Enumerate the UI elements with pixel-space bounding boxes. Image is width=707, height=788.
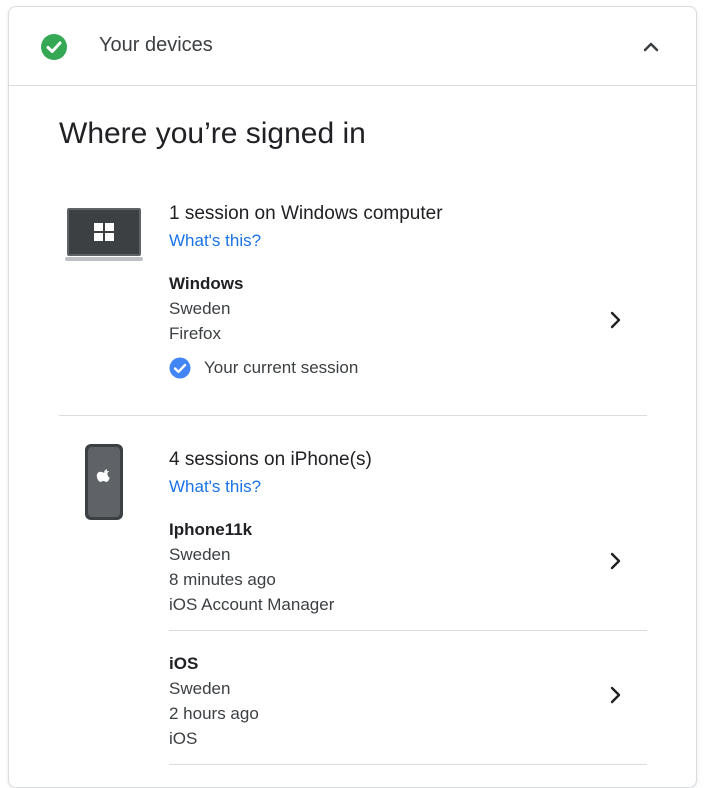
- chevron-up-icon[interactable]: [639, 35, 663, 59]
- session-item[interactable]: iOS Sweden 2 hours ago iOS: [169, 651, 649, 751]
- current-session-label: Your current session: [204, 358, 359, 377]
- whats-this-link[interactable]: What's this?: [169, 477, 261, 497]
- session-time: 2 hours ago: [169, 704, 259, 723]
- header-title: Your devices: [99, 34, 213, 56]
- chevron-right-icon: [610, 552, 621, 570]
- session-app: iOS Account Manager: [169, 595, 335, 614]
- divider: [169, 764, 647, 765]
- check-circle-icon: [41, 34, 67, 60]
- session-location: Sweden: [169, 299, 231, 318]
- current-session-indicator: Your current session: [169, 356, 649, 380]
- chevron-right-icon: [610, 311, 621, 329]
- windows-laptop-icon: [65, 208, 143, 261]
- session-location: Sweden: [169, 679, 231, 698]
- device-group-title: 4 sessions on iPhone(s): [169, 449, 372, 470]
- session-name: Windows: [169, 274, 244, 293]
- session-name: Iphone11k: [169, 520, 253, 539]
- chevron-right-icon: [610, 686, 621, 704]
- divider: [169, 630, 647, 631]
- session-item[interactable]: Windows Sweden Firefox Your current sess…: [169, 271, 649, 380]
- session-app: iOS: [169, 729, 198, 748]
- devices-header[interactable]: Your devices: [9, 7, 696, 86]
- whats-this-link[interactable]: What's this?: [169, 231, 261, 251]
- divider: [59, 415, 647, 416]
- verified-check-icon: [169, 357, 191, 379]
- device-group-title: 1 session on Windows computer: [169, 203, 443, 224]
- session-name: iOS: [169, 654, 199, 673]
- page-title: Where you’re signed in: [59, 117, 366, 150]
- iphone-icon: [85, 444, 123, 520]
- session-time: 8 minutes ago: [169, 570, 276, 589]
- session-location: Sweden: [169, 545, 231, 564]
- session-browser: Firefox: [169, 324, 221, 343]
- devices-card: Your devices Where you’re signed in 1 se…: [8, 6, 697, 788]
- session-item[interactable]: Iphone11k Sweden 8 minutes ago iOS Accou…: [169, 517, 649, 617]
